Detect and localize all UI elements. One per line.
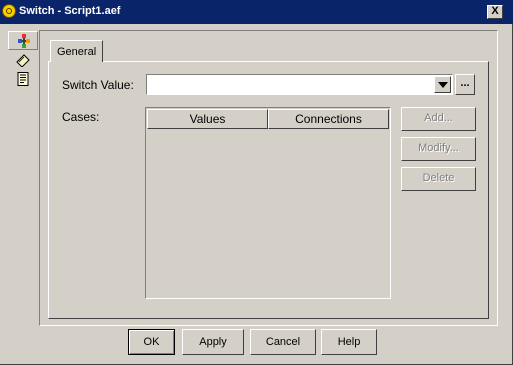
delete-case-button[interactable]: Delete (401, 167, 476, 191)
dropdown-arrow-icon[interactable] (434, 76, 451, 93)
column-header-connections[interactable]: Connections (268, 109, 389, 129)
document-tool[interactable] (8, 70, 38, 89)
modify-case-button[interactable]: Modify... (401, 137, 476, 161)
help-button[interactable]: Help (321, 329, 377, 355)
switch-value-browse-button[interactable]: ... (455, 74, 475, 95)
label-tag-icon (16, 54, 30, 67)
cases-label: Cases: (62, 110, 100, 124)
tab-general[interactable]: General (50, 40, 103, 62)
general-properties-icon (18, 34, 30, 48)
app-icon (2, 4, 16, 18)
document-icon (17, 72, 29, 86)
close-button[interactable]: X (487, 5, 503, 19)
general-properties-tool[interactable] (8, 31, 38, 50)
title-bar[interactable]: Switch - Script1.aef X (0, 0, 513, 24)
label-tool[interactable] (8, 51, 38, 70)
window-title: Switch - Script1.aef (19, 5, 121, 17)
switch-dialog-window: Switch - Script1.aef X General Switch Va… (0, 0, 513, 365)
apply-button[interactable]: Apply (182, 329, 244, 355)
tab-general-label: General (57, 46, 97, 58)
ok-button[interactable]: OK (128, 329, 175, 355)
column-header-values[interactable]: Values (147, 109, 268, 129)
cancel-button[interactable]: Cancel (250, 329, 316, 355)
cases-table[interactable]: Values Connections (145, 107, 391, 299)
add-case-button[interactable]: Add... (401, 107, 476, 131)
switch-value-combobox[interactable] (146, 74, 453, 95)
switch-value-label: Switch Value: (62, 78, 134, 92)
